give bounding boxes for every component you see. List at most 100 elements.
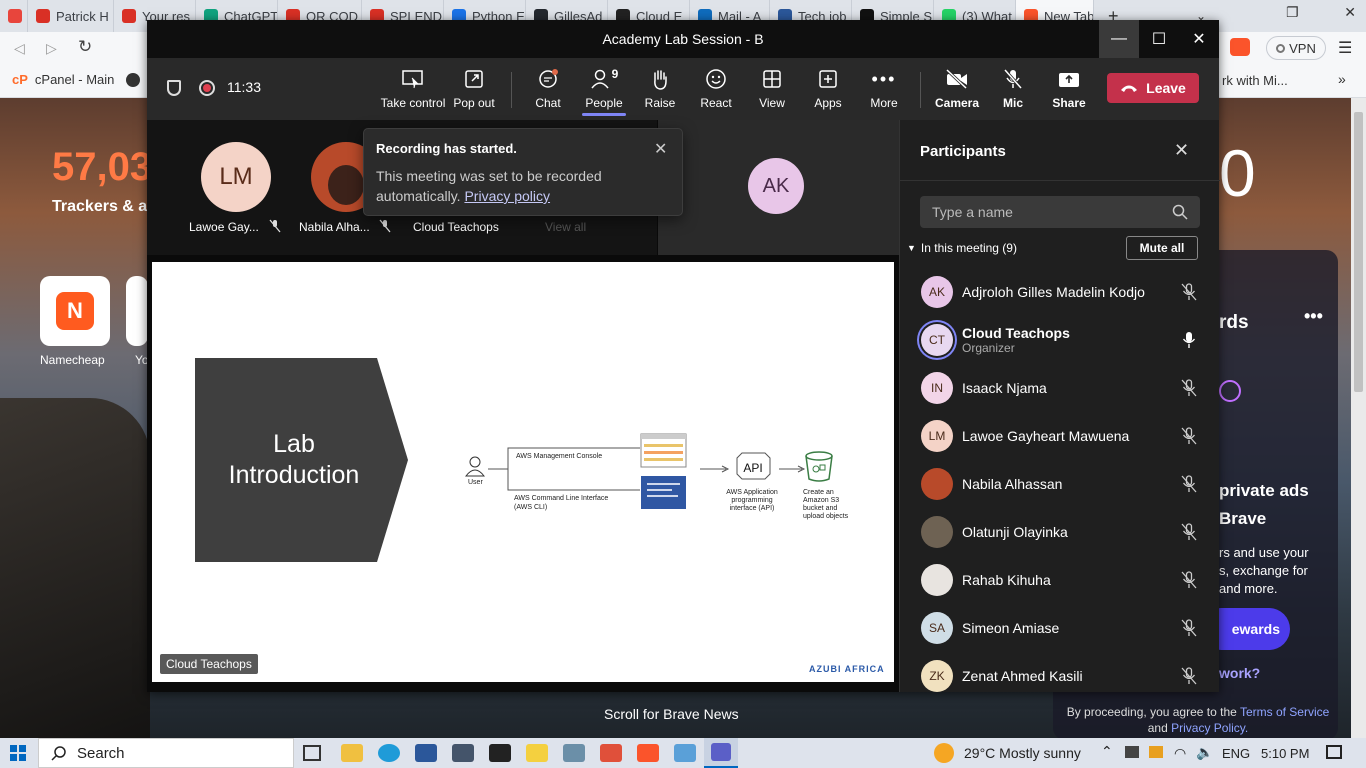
participant-row[interactable]: LM Lawoe Gayheart Mawuena	[900, 412, 1220, 460]
take-control-button[interactable]: Take control	[381, 64, 445, 116]
vpn-button[interactable]: VPN	[1266, 36, 1326, 60]
participant-row[interactable]: CT Cloud Teachops Organizer	[900, 316, 1220, 364]
slide-title: Introduction	[229, 461, 360, 489]
edge-icon[interactable]	[378, 744, 400, 762]
clock[interactable]: 5:10 PM	[1261, 746, 1309, 761]
browser-tab[interactable]	[0, 0, 28, 32]
privacy-link[interactable]: Privacy Policy.	[1171, 721, 1248, 735]
terminal-icon[interactable]	[489, 744, 511, 762]
app-icon[interactable]	[563, 744, 585, 762]
participant-name: Adjroloh Gilles Madelin Kodjo	[962, 284, 1145, 300]
app-icon[interactable]	[452, 744, 474, 762]
section-header[interactable]: ▼ In this meeting (9)	[907, 241, 1017, 255]
participant-info: Olatunji Olayinka	[962, 524, 1179, 540]
privacy-policy-link[interactable]: Privacy policy	[464, 188, 550, 204]
taskbar-search[interactable]: Search	[38, 738, 294, 768]
video-tile[interactable]: AK	[658, 120, 899, 255]
volume-icon[interactable]: 🔈	[1196, 744, 1213, 761]
close-icon[interactable]: ✕	[654, 139, 667, 159]
mic-button[interactable]: Mic	[984, 64, 1042, 116]
brave-icon[interactable]	[637, 744, 659, 762]
participant-row[interactable]: Olatunji Olayinka	[900, 508, 1220, 556]
mic-off-icon[interactable]	[1179, 667, 1199, 685]
mute-all-button[interactable]: Mute all	[1126, 236, 1198, 260]
mic-off-icon[interactable]	[1179, 379, 1199, 397]
tab-favicon-icon	[36, 9, 50, 23]
mic-off-icon[interactable]	[1179, 475, 1199, 493]
tile-namecheap[interactable]: N	[40, 276, 110, 346]
mic-off-icon[interactable]	[1179, 571, 1199, 589]
participant-name: Olatunji Olayinka	[962, 524, 1068, 540]
chat-button[interactable]: Chat	[519, 64, 577, 116]
terms-link[interactable]: Terms of Service	[1240, 705, 1329, 719]
minimize-button[interactable]: —	[1099, 20, 1139, 58]
anydesk-icon[interactable]	[600, 744, 622, 762]
task-view-icon[interactable]	[303, 745, 321, 761]
mic-off-icon[interactable]	[1179, 283, 1199, 301]
more-button[interactable]: ••• More	[855, 64, 913, 116]
react-button[interactable]: React	[687, 64, 745, 116]
diagram-label: AWS Application	[726, 489, 778, 496]
raise-hand-button[interactable]: Raise	[631, 64, 689, 116]
participant-row[interactable]: AK Adjroloh Gilles Madelin Kodjo	[900, 268, 1220, 316]
leave-button[interactable]: Leave	[1107, 73, 1199, 103]
close-icon[interactable]: ✕	[1344, 4, 1356, 21]
app-icon[interactable]	[674, 744, 696, 762]
participant-row[interactable]: IN Isaack Njama	[900, 364, 1220, 412]
people-button[interactable]: 9 People	[575, 64, 633, 116]
mic-icon[interactable]	[1179, 331, 1199, 349]
participant-row[interactable]: ZK Zenat Ahmed Kasili	[900, 652, 1220, 700]
notifications-icon[interactable]	[1326, 745, 1342, 759]
mic-off-icon[interactable]	[1179, 427, 1199, 445]
avatar: SA	[921, 612, 953, 644]
participant-row[interactable]: SA Simeon Amiase	[900, 604, 1220, 652]
rewards-link[interactable]: work?	[1219, 665, 1260, 681]
pop-out-button[interactable]: Pop out	[445, 64, 503, 116]
restore-icon[interactable]: ❐	[1286, 4, 1299, 21]
share-button[interactable]: Share	[1040, 64, 1098, 116]
file-explorer-icon[interactable]	[341, 744, 363, 762]
maximize-button[interactable]: ☐	[1139, 20, 1179, 58]
reload-icon[interactable]: ↻	[78, 37, 92, 57]
participant-row[interactable]: Nabila Alhassan	[900, 460, 1220, 508]
brave-rewards-icon[interactable]	[1230, 38, 1250, 56]
forward-icon[interactable]: ▷	[46, 40, 57, 57]
participant-row[interactable]: Rahab Kihuha	[900, 556, 1220, 604]
participant-search-input[interactable]: Type a name	[920, 196, 1200, 228]
chevron-up-icon[interactable]: ⌃	[1101, 743, 1113, 760]
rewards-terms: By proceeding, you agree to the Terms of…	[1066, 705, 1330, 735]
apps-button[interactable]: Apps	[799, 64, 857, 116]
close-icon[interactable]: ✕	[1174, 140, 1189, 161]
menu-icon[interactable]: ☰	[1338, 38, 1352, 58]
view-button[interactable]: View	[743, 64, 801, 116]
globe-icon[interactable]	[126, 73, 140, 87]
page-scrollbar[interactable]	[1351, 98, 1366, 738]
weather-label[interactable]: 29°C Mostly sunny	[964, 745, 1081, 761]
bookmark-overflow-item[interactable]: rk with Mi...	[1222, 73, 1288, 88]
tray-icon[interactable]	[1149, 746, 1163, 758]
mic-off-icon[interactable]	[1179, 619, 1199, 637]
avatar[interactable]: LM	[201, 142, 271, 212]
windows-start-icon[interactable]	[10, 745, 26, 761]
back-icon[interactable]: ◁	[14, 40, 25, 57]
teams-taskbar-button[interactable]	[704, 738, 738, 768]
scrollbar-thumb[interactable]	[1354, 112, 1363, 392]
chevron-right-icon[interactable]: »	[1338, 71, 1346, 87]
browser-tab[interactable]: Patrick H	[28, 0, 114, 32]
api-text: API	[743, 461, 762, 475]
weather-icon[interactable]	[934, 743, 954, 763]
more-icon[interactable]: •••	[1304, 306, 1323, 327]
camera-button[interactable]: Camera	[928, 64, 986, 116]
tile-youtube[interactable]	[126, 276, 148, 346]
mic-off-icon[interactable]	[1179, 523, 1199, 541]
view-all-link[interactable]: View all	[545, 220, 586, 234]
brave-news-hint[interactable]: Scroll for Brave News	[604, 706, 739, 722]
close-window-button[interactable]: ✕	[1179, 20, 1219, 58]
language-indicator[interactable]: ENG	[1222, 746, 1250, 761]
pane-title: Participants	[920, 143, 1006, 160]
tray-icon[interactable]	[1125, 746, 1139, 758]
word-icon[interactable]	[415, 744, 437, 762]
bookmark-cpanel[interactable]: cP cPanel - Main	[12, 72, 114, 87]
sticky-notes-icon[interactable]	[526, 744, 548, 762]
wifi-icon[interactable]: ◠	[1174, 745, 1186, 762]
